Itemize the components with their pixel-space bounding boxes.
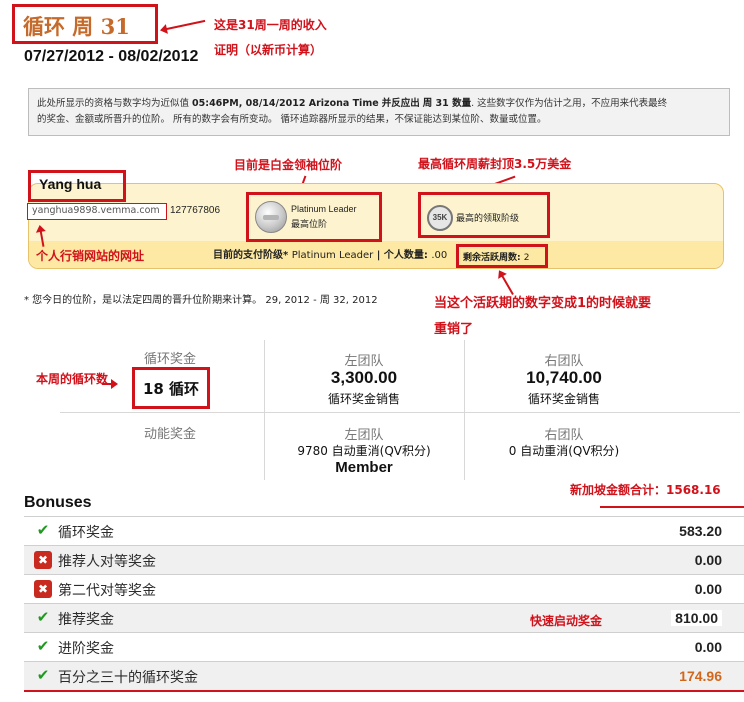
page-title: 循环 周 31 (12, 4, 158, 44)
notice-time: 05:46PM, 08/14/2012 Arizona Time (192, 98, 379, 109)
notice-text-b: 并反应出 (381, 98, 420, 109)
check-icon: ✔ (36, 667, 50, 684)
bonus-name: 百分之三十的循环奖金 (58, 670, 198, 686)
date-range: 07/27/2012 - 08/02/2012 (24, 48, 199, 65)
bonus-table-bottom-line (24, 690, 744, 692)
rank-box: Platinum Leader 最高位阶 (246, 192, 382, 242)
annotation-weekly-cycles: 本周的循环数 (36, 372, 109, 386)
cap-badge-icon: 35K (427, 205, 453, 231)
notice-week: 周 31 数量 (422, 98, 472, 109)
member-id: 127767806 (170, 205, 221, 216)
right-team-label-2: 右团队 (544, 428, 584, 443)
member-url-link[interactable]: yanghua9898.vemma.com (27, 203, 167, 220)
annotation-total: 新加坡金额合计：1568.16 (570, 483, 721, 497)
annotation-arrow (102, 383, 116, 385)
right-team-label: 右团队 (544, 354, 584, 369)
paid-rank-label: 目前的支付阶级* (213, 250, 289, 261)
bonus-name: 推荐奖金 (58, 612, 114, 628)
cross-icon: ✖ (34, 551, 52, 569)
status-divider: | (376, 250, 381, 261)
bonus-amount: 0.00 (694, 581, 722, 597)
annotation-requalify-1: 当这个活跃期的数字变成1的时候就要 (434, 296, 652, 311)
bonus-amount: 810.00 (671, 610, 722, 626)
right-team-sales-label: 循环奖金销售 (527, 392, 600, 406)
bonuses-title: Bonuses (24, 494, 92, 511)
bonus-name: 推荐人对等奖金 (58, 554, 156, 570)
annotation-week-income-1: 这是31周一周的收入 (214, 18, 327, 32)
notice-line-2: 的奖金、金额或所晋升的位阶。 所有的数字会有所变动。 循环追踪器所显示的结果，不… (37, 114, 547, 125)
right-team-autoship: 0 自动重消(QV积分) (508, 444, 620, 458)
annotation-personal-site: 个人行销网站的网址 (36, 249, 145, 263)
remaining-label: 剩余活跃周数: (463, 253, 521, 263)
bonus-amount: 0.00 (694, 552, 722, 568)
left-team-member: Member (335, 459, 393, 476)
momentum-bonus-label: 动能奖金 (143, 427, 196, 442)
bonus-name: 第二代对等奖金 (58, 583, 156, 599)
remaining-weeks: 剩余活跃周数: 2 (456, 244, 548, 268)
bonus-row: ✔ 推荐奖金 快速启动奖金 810.00 (24, 603, 744, 632)
personal-volume: .00 (431, 250, 448, 261)
annotation-max-cap: 最高循环周薪封顶3.5万美金 (418, 157, 572, 171)
bonus-name: 进阶奖金 (58, 641, 114, 657)
remaining-value: 2 (523, 253, 530, 263)
left-team-sales: 3,300.00 (330, 368, 398, 387)
bonus-row: ✖ 推荐人对等奖金 0.00 (24, 545, 744, 574)
personal-volume-label: 个人数量: (383, 250, 428, 261)
cap-label: 最高的领取阶级 (456, 214, 520, 224)
annotation-fast-start: 快速启动奖金 (530, 614, 603, 628)
check-icon: ✔ (36, 638, 50, 655)
rank-title: Platinum Leader (291, 204, 357, 214)
cycle-bonus-label: 循环奖金 (143, 352, 196, 367)
promotion-note: * 您今日的位阶，是以法定四周的晋升位阶期来计算。 29, 2012 - 周 3… (24, 295, 378, 306)
bonus-row: ✔ 进阶奖金 0.00 (24, 632, 744, 661)
right-team-sales: 10,740.00 (526, 368, 602, 387)
bonus-row: ✔ 循环奖金 583.20 (24, 516, 744, 545)
bonus-name: 循环奖金 (58, 525, 114, 541)
bonus-amount: 174.96 (679, 668, 722, 684)
bonus-row: ✔ 百分之三十的循环奖金 174.96 (24, 661, 744, 690)
annotation-underline (600, 506, 744, 508)
weekly-cycles: 18 循环 (132, 367, 210, 409)
annotation-week-income-2: 证明（以新币计算） (214, 43, 323, 57)
status-line: 目前的支付阶级* Platinum Leader | 个人数量: .00 (213, 246, 447, 261)
check-icon: ✔ (36, 522, 50, 539)
bonus-amount: 583.20 (679, 523, 722, 539)
table-divider (60, 412, 740, 413)
rank-subtitle: 最高位阶 (291, 220, 328, 230)
annotation-current-rank: 目前是白金领袖位阶 (234, 158, 343, 172)
annotation-arrow (161, 19, 206, 31)
cap-box: 35K 最高的领取阶级 (418, 192, 550, 238)
bonus-amount: 0.00 (694, 639, 722, 655)
left-team-label-2: 左团队 (344, 428, 384, 443)
member-name: Yang hua (28, 170, 126, 202)
left-team-autoship: 9780 自动重消(QV积分) (297, 444, 431, 458)
notice-text-c: . 这些数字仅作为估计之用，不应用来代表最终 (471, 98, 668, 109)
check-icon: ✔ (36, 609, 50, 626)
platinum-medal-icon (255, 201, 287, 233)
paid-rank: Platinum Leader (291, 250, 374, 261)
left-team-label: 左团队 (344, 354, 384, 369)
disclaimer-notice: 此处所显示的资格与数字均为近似值 05:46PM, 08/14/2012 Ari… (28, 88, 730, 136)
annotation-requalify-2: 重销了 (434, 322, 474, 337)
bonus-row: ✖ 第二代对等奖金 0.00 (24, 574, 744, 603)
cross-icon: ✖ (34, 580, 52, 598)
notice-text-a: 此处所显示的资格与数字均为近似值 (37, 98, 190, 109)
left-team-sales-label: 循环奖金销售 (327, 392, 400, 406)
